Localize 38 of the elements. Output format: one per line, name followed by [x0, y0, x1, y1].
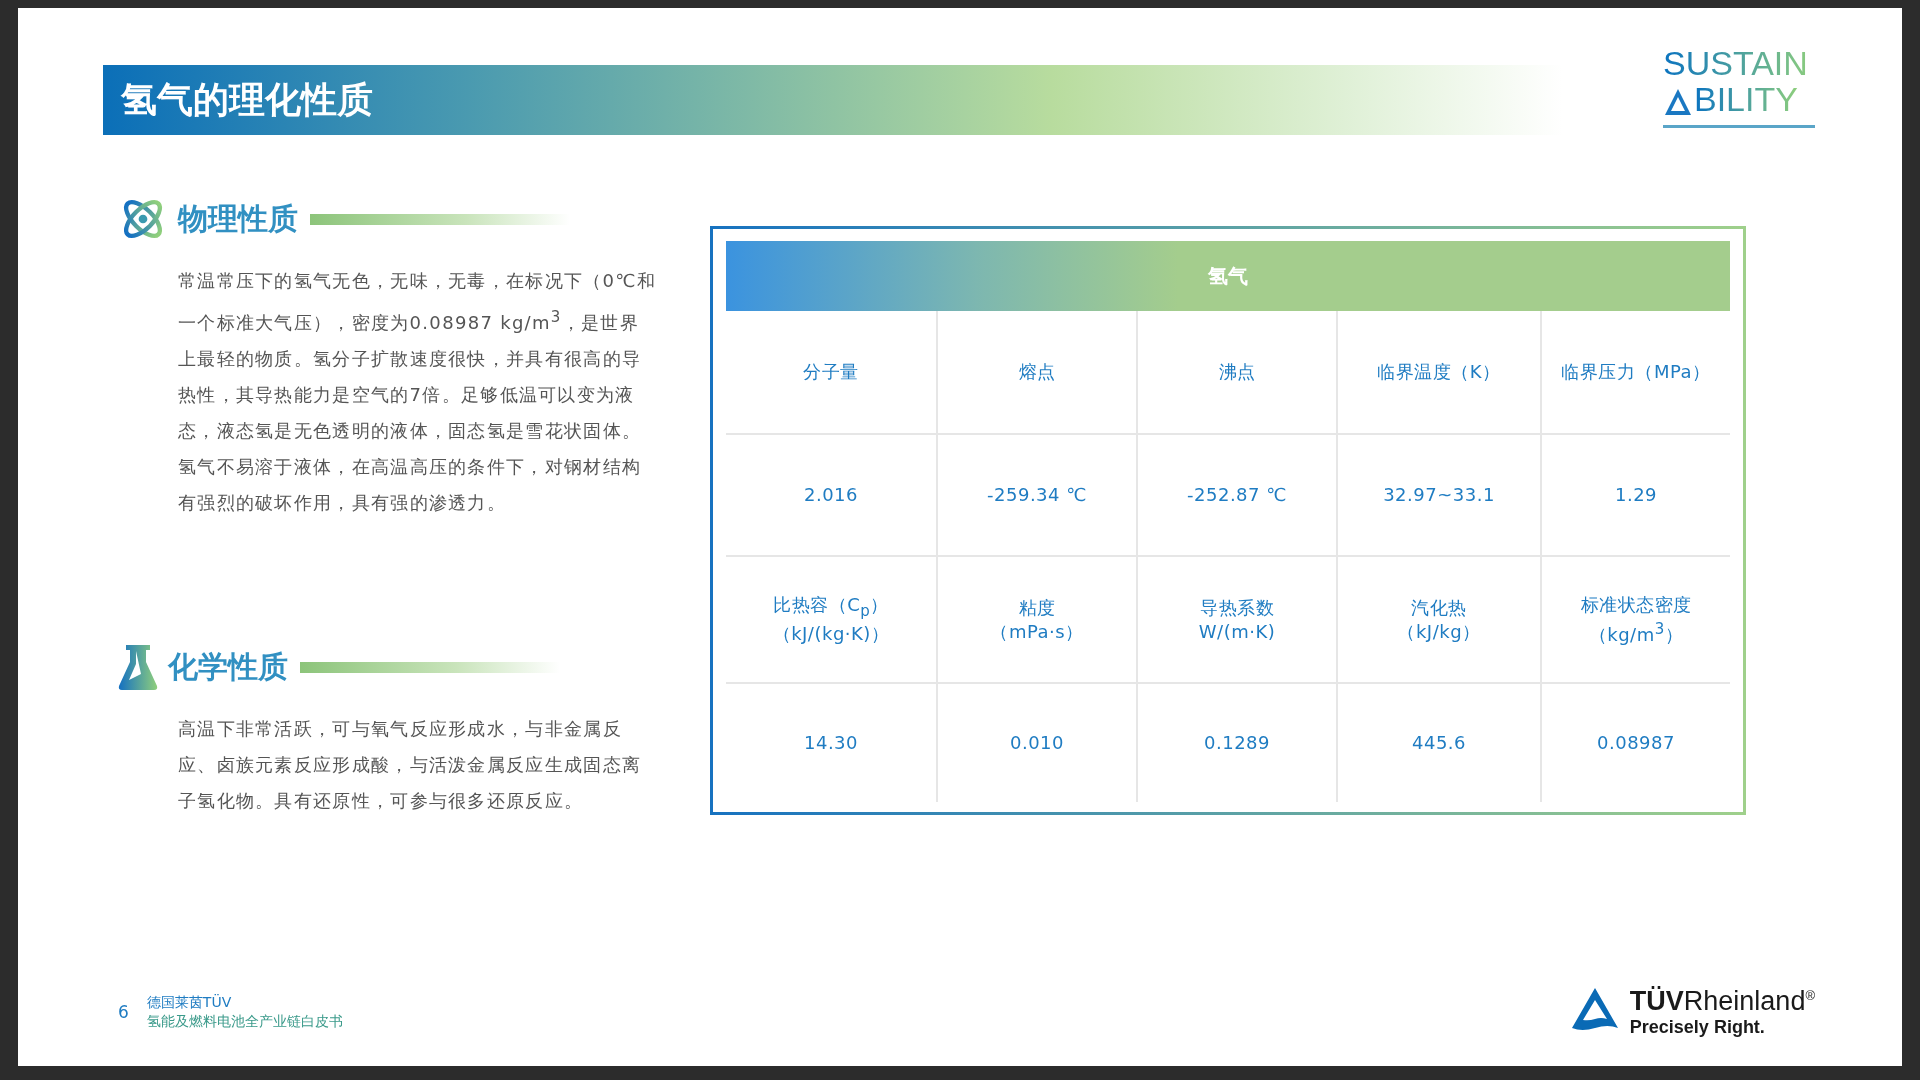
property-name: 分子量 [803, 360, 859, 384]
property-name: 粘度 [1018, 595, 1056, 620]
property-unit: W/(m·K) [1198, 619, 1276, 644]
sustainability-logo: SUSTAIN BILITY [1663, 45, 1815, 128]
property-value: -252.87 ℃ [1187, 483, 1287, 507]
property-name: 标准状态密度 [1580, 592, 1692, 617]
section-heading: 物理性质 [178, 199, 298, 238]
brand-tagline: Precisely Right. [1629, 1017, 1766, 1038]
section-paragraph: 高温下非常活跃，可与氧气反应形成水，与非金属反应、卤族元素反应形成酸，与活泼金属反应生成固态离子氢化物。具有还原性，可参与很多还原反应。 [178, 717, 643, 813]
property-value: -259.34 ℃ [987, 483, 1087, 507]
footer-report-title: 氢能及燃料电池全产业链白皮书 [146, 1012, 343, 1031]
property-name: 沸点 [1218, 360, 1256, 384]
section-heading: 化学性质 [168, 647, 288, 686]
property-value: 14.30 [804, 731, 858, 755]
property-name: 导热系数 [1200, 595, 1274, 620]
property-value: 0.010 [1010, 731, 1064, 755]
property-value: 0.1289 [1204, 731, 1270, 755]
property-value: 32.97~33.1 [1383, 483, 1495, 507]
property-name: 临界温度（K） [1377, 360, 1501, 384]
property-value: 2.016 [804, 483, 858, 507]
footer-publisher: 德国莱茵TÜV [146, 993, 233, 1012]
section-paragraph: 常温常压下的氢气无色，无味，无毒，在标况下（0℃和一个标准大气压），密度为0.08987 kg/m$^{3}$，是世界上最轻的物质。氢分子扩散速度很快，并具有很高的导热性，其导热能力是空气的7倍。足够低温可以变为液态，液态氢是无色透明的液体，固态氢是雪花状固体。氢气不易溶于液体，在高温高压的条件下，对钢材结构有强烈的破坏作用，具有强的渗透力。 [178, 269, 658, 515]
flask-icon [118, 643, 158, 691]
property-name: 临界压力（MPa） [1561, 360, 1711, 384]
property-unit: （mPa·s） [990, 619, 1084, 644]
property-value: 445.6 [1412, 731, 1466, 755]
triangle-logo-icon [1569, 986, 1620, 1032]
property-unit: （kJ/(kg·K)） [772, 622, 890, 647]
table-header: 氢气 [726, 241, 1730, 311]
page-number: 6 [118, 1002, 129, 1022]
property-name: 比热容（C$_{p}$） [773, 592, 889, 622]
property-name: 熔点 [1018, 360, 1056, 384]
property-name: 汽化热 [1411, 595, 1467, 620]
property-unit: （kJ/kg） [1397, 619, 1481, 644]
property-value: 0.08987 [1597, 731, 1675, 755]
property-unit: （kg/m$^{3}$） [1588, 618, 1684, 647]
brand-name: TÜVRheinland$^{®}$ [1629, 986, 1815, 1017]
property-value: 1.29 [1614, 483, 1658, 507]
